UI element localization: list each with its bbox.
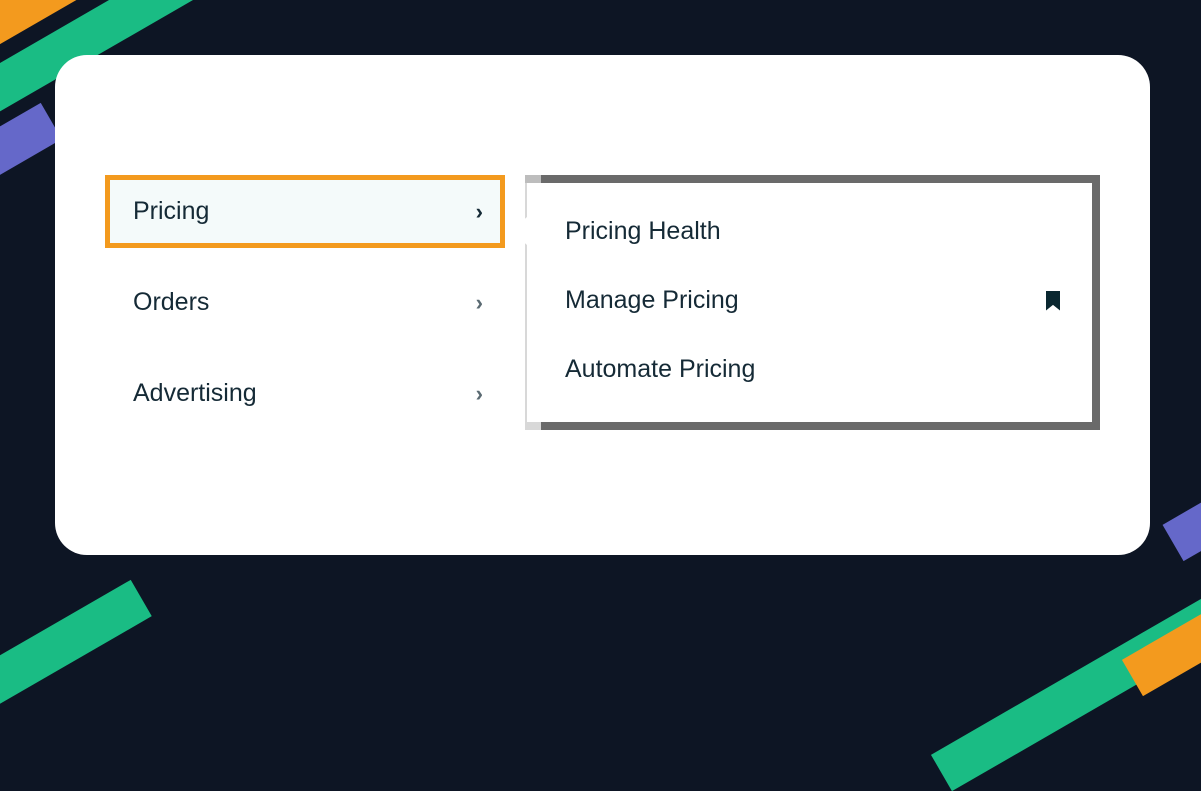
chevron-right-icon: › <box>476 381 483 407</box>
menu-area: Pricing › Orders › Advertising › Pricing… <box>105 175 1100 430</box>
submenu-panel: Pricing Health Manage Pricing Automate P… <box>525 175 1100 430</box>
chevron-right-icon: › <box>476 290 483 316</box>
nav-item-label: Orders <box>133 288 209 317</box>
decor-notch <box>525 175 541 183</box>
submenu-item-label: Manage Pricing <box>565 286 739 315</box>
submenu-item-label: Pricing Health <box>565 217 721 246</box>
decor-stripe <box>0 103 62 279</box>
nav-item-label: Advertising <box>133 379 257 408</box>
decor-notch <box>525 422 541 430</box>
app-panel: Pricing › Orders › Advertising › Pricing… <box>55 55 1150 555</box>
submenu-item-automate-pricing[interactable]: Automate Pricing <box>527 335 1092 404</box>
decor-stripe <box>1163 435 1201 561</box>
chevron-right-icon: › <box>476 199 483 225</box>
nav-item-advertising[interactable]: Advertising › <box>105 357 505 430</box>
nav-column: Pricing › Orders › Advertising › <box>105 175 505 430</box>
nav-item-orders[interactable]: Orders › <box>105 266 505 339</box>
submenu-item-label: Automate Pricing <box>565 355 755 384</box>
bookmark-icon <box>1046 291 1060 311</box>
nav-item-pricing[interactable]: Pricing › <box>105 175 505 248</box>
decor-stripe <box>0 580 152 756</box>
submenu-item-pricing-health[interactable]: Pricing Health <box>527 197 1092 266</box>
submenu-item-manage-pricing[interactable]: Manage Pricing <box>527 266 1092 335</box>
nav-item-label: Pricing <box>133 197 209 226</box>
